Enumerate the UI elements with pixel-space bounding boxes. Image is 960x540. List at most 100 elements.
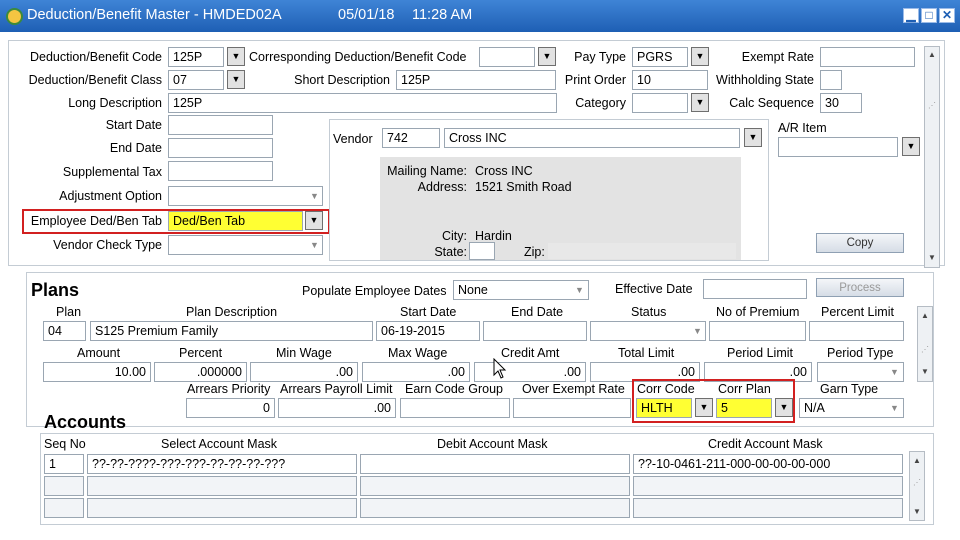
zip-value <box>547 242 737 260</box>
credit-amt-input[interactable]: .00 <box>474 362 586 382</box>
seq-no-empty-row[interactable] <box>44 476 84 496</box>
col-seq-no: Seq No <box>44 437 86 451</box>
plan-desc-input[interactable]: S125 Premium Family <box>90 321 373 341</box>
debit-mask-empty-row[interactable] <box>360 476 630 496</box>
amount-input[interactable]: 10.00 <box>43 362 151 382</box>
ded-ben-class-input[interactable]: 07 <box>168 70 224 90</box>
debit-mask-empty-row[interactable] <box>360 498 630 518</box>
corr-ded-code-dropdown-icon[interactable]: ▼ <box>538 47 556 66</box>
select-mask-input[interactable]: ??-??-????-???-???-??-??-??-??? <box>87 454 357 474</box>
adj-option-select[interactable] <box>168 186 323 206</box>
plans-scroll-up-icon[interactable]: ▲ <box>921 311 929 320</box>
col-arrears-priority: Arrears Priority <box>187 382 271 396</box>
pay-type-dropdown-icon[interactable]: ▼ <box>691 47 709 66</box>
emp-ded-tab-label: Employee Ded/Ben Tab <box>30 214 162 228</box>
plan-end-date-input[interactable] <box>483 321 587 341</box>
emp-ded-tab-dropdown-icon[interactable]: ▼ <box>305 211 323 230</box>
plans-scroll-down-icon[interactable]: ▼ <box>921 367 929 376</box>
no-of-premium-input[interactable] <box>709 321 806 341</box>
select-mask-empty-row[interactable] <box>87 476 357 496</box>
populate-dates-select[interactable]: None <box>453 280 589 300</box>
withholding-state-label: Withholding State <box>716 73 814 87</box>
seq-no-empty-row[interactable] <box>44 498 84 518</box>
corr-plan-dropdown-icon[interactable]: ▼ <box>775 398 793 417</box>
emp-ded-tab-input[interactable]: Ded/Ben Tab <box>168 211 303 231</box>
plan-status-select[interactable] <box>590 321 706 341</box>
category-label: Category <box>575 96 626 110</box>
vendor-name-input[interactable]: Cross INC <box>444 128 740 148</box>
accounts-scroll-up-icon[interactable]: ▲ <box>913 456 921 465</box>
corr-code-dropdown-icon[interactable]: ▼ <box>695 398 713 417</box>
category-input[interactable] <box>632 93 688 113</box>
percent-limit-input[interactable] <box>809 321 904 341</box>
effective-date-input[interactable] <box>703 279 807 299</box>
ded-ben-class-label: Deduction/Benefit Class <box>28 73 162 87</box>
max-wage-input[interactable]: .00 <box>362 362 470 382</box>
vendor-code-input[interactable]: 742 <box>382 128 440 148</box>
close-icon[interactable]: ✕ <box>939 8 955 23</box>
credit-mask-empty-row[interactable] <box>633 498 903 518</box>
corr-plan-input[interactable]: 5 <box>716 398 772 418</box>
ded-ben-code-input[interactable]: 125P <box>168 47 224 67</box>
ded-ben-code-label: Deduction/Benefit Code <box>29 50 162 64</box>
plans-scroll-grip-icon[interactable]: ⋰ <box>921 345 929 354</box>
header-scrollbar[interactable]: ▲ ⋰ ▼ <box>924 46 940 268</box>
credit-mask-empty-row[interactable] <box>633 476 903 496</box>
maximize-icon[interactable]: □ <box>921 8 937 23</box>
col-plan-desc: Plan Description <box>186 305 278 319</box>
copy-button[interactable]: Copy <box>816 233 904 253</box>
arrears-priority-input[interactable]: 0 <box>186 398 275 418</box>
long-desc-input[interactable]: 125P <box>168 93 557 113</box>
ded-ben-class-dropdown-icon[interactable]: ▼ <box>227 70 245 89</box>
corr-ded-code-input[interactable] <box>479 47 535 67</box>
ded-ben-code-dropdown-icon[interactable]: ▼ <box>227 47 245 66</box>
over-exempt-rate-input[interactable] <box>513 398 631 418</box>
garn-type-select[interactable]: N/A <box>799 398 904 418</box>
col-amount: Amount <box>77 346 121 360</box>
accounts-scroll-grip-icon[interactable]: ⋰ <box>913 478 921 487</box>
col-percent-limit: Percent Limit <box>821 305 894 319</box>
ar-item-input[interactable] <box>778 137 898 157</box>
end-date-input[interactable] <box>168 138 273 158</box>
select-mask-empty-row[interactable] <box>87 498 357 518</box>
minimize-icon[interactable]: ▁ <box>903 8 919 23</box>
garn-type-arrow-icon[interactable]: ▼ <box>890 403 899 413</box>
col-percent: Percent <box>179 346 223 360</box>
withholding-state-input[interactable] <box>820 70 842 90</box>
supp-tax-input[interactable] <box>168 161 273 181</box>
arrears-payroll-limit-input[interactable]: .00 <box>278 398 396 418</box>
accounts-scrollbar[interactable]: ▲ ⋰ ▼ <box>909 451 925 521</box>
plan-start-date-input[interactable]: 06-19-2015 <box>376 321 480 341</box>
populate-dates-arrow-icon[interactable]: ▼ <box>575 285 584 295</box>
accounts-scroll-down-icon[interactable]: ▼ <box>913 507 921 516</box>
calc-sequence-input[interactable]: 30 <box>820 93 862 113</box>
plans-scrollbar[interactable]: ▲ ⋰ ▼ <box>917 306 933 382</box>
plan-input[interactable]: 04 <box>43 321 86 341</box>
seq-no-input[interactable]: 1 <box>44 454 84 474</box>
scroll-up-icon[interactable]: ▲ <box>928 50 936 59</box>
start-date-input[interactable] <box>168 115 273 135</box>
category-dropdown-icon[interactable]: ▼ <box>691 93 709 112</box>
plan-status-arrow-icon[interactable]: ▼ <box>693 326 702 336</box>
adj-option-arrow-icon[interactable]: ▼ <box>310 191 319 201</box>
debit-mask-input[interactable] <box>360 454 630 474</box>
vendor-check-type-select[interactable] <box>168 235 323 255</box>
short-desc-input[interactable]: 125P <box>396 70 556 90</box>
scroll-down-icon[interactable]: ▼ <box>928 253 936 262</box>
min-wage-input[interactable]: .00 <box>250 362 358 382</box>
ar-item-dropdown-icon[interactable]: ▼ <box>902 137 920 156</box>
credit-mask-input[interactable]: ??-10-0461-211-000-00-00-00-000 <box>633 454 903 474</box>
print-order-input[interactable]: 10 <box>632 70 708 90</box>
period-type-arrow-icon[interactable]: ▼ <box>890 367 899 377</box>
vendor-dropdown-icon[interactable]: ▼ <box>744 128 762 147</box>
pay-type-input[interactable]: PGRS <box>632 47 688 67</box>
corr-code-input[interactable]: HLTH <box>636 398 692 418</box>
percent-input[interactable]: .000000 <box>154 362 247 382</box>
accounts-title: Accounts <box>44 412 127 432</box>
process-button[interactable]: Process <box>816 278 904 297</box>
earn-code-group-input[interactable] <box>400 398 510 418</box>
scroll-grip-icon[interactable]: ⋰ <box>928 101 936 110</box>
vendor-check-type-arrow-icon[interactable]: ▼ <box>310 240 319 250</box>
col-min-wage: Min Wage <box>276 346 332 360</box>
exempt-rate-input[interactable] <box>820 47 915 67</box>
